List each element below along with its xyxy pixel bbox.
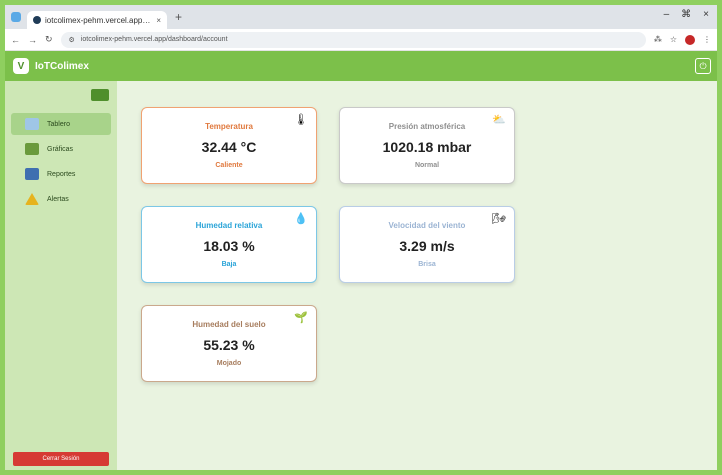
- card-status: Normal: [414, 162, 440, 169]
- app-header: V IoTColimex ⏻: [5, 51, 717, 81]
- window-controls: – ⌘ ×: [664, 9, 709, 20]
- card-status: Caliente: [215, 162, 243, 169]
- wind-icon: 🌬: [492, 213, 506, 225]
- restore-button[interactable]: ⌘: [681, 9, 691, 20]
- favicon-icon: [33, 16, 41, 24]
- tab-bar: iotcolimex-pehm.vercel.app/dashb... × + …: [5, 5, 717, 29]
- app-logo-icon: V: [13, 58, 29, 74]
- tab-title: iotcolimex-pehm.vercel.app/dashb...: [45, 15, 152, 25]
- temperature-card: 🌡 Temperatura 32.44 °C Caliente: [141, 107, 317, 184]
- wind-card: 🌬 Velocidad del viento 3.29 m/s Brisa: [339, 206, 515, 283]
- sidebar-item-label: Reportes: [47, 170, 76, 178]
- url-field[interactable]: ⚙ iotcolimex-pehm.vercel.app/dashboard/a…: [60, 31, 646, 48]
- address-bar: ← → ↻ ⚙ iotcolimex-pehm.vercel.app/dashb…: [5, 29, 717, 51]
- card-value: 1020.18 mbar: [382, 139, 472, 155]
- card-value: 18.03 %: [203, 238, 255, 254]
- droplet-icon: 💧: [294, 213, 308, 225]
- browser-window: iotcolimex-pehm.vercel.app/dashb... × + …: [5, 5, 717, 470]
- minimize-button[interactable]: –: [664, 9, 670, 20]
- translate-icon[interactable]: ⁂: [654, 35, 662, 44]
- card-status: Brisa: [418, 261, 436, 268]
- reload-icon[interactable]: ↻: [45, 34, 53, 45]
- sidebar-item-alertas[interactable]: Alertas: [11, 188, 111, 210]
- sidebar: Tablero Gráficas Reportes Alertas Cerrar…: [5, 81, 117, 470]
- card-title: Humedad relativa: [195, 221, 263, 230]
- soil-moisture-card: 🌱 Humedad del suelo 55.23 % Mojado: [141, 305, 317, 382]
- pressure-card: ⛅ Presión atmosférica 1020.18 mbar Norma…: [339, 107, 515, 184]
- card-value: 3.29 m/s: [399, 238, 455, 254]
- card-title: Temperatura: [205, 122, 253, 131]
- close-window-button[interactable]: ×: [703, 9, 709, 20]
- card-title: Humedad del suelo: [192, 320, 266, 329]
- browser-tab[interactable]: iotcolimex-pehm.vercel.app/dashb... ×: [27, 11, 167, 29]
- window-menu-icon[interactable]: [11, 12, 21, 22]
- warning-icon: [25, 193, 39, 205]
- humidity-card: 💧 Humedad relativa 18.03 % Baja: [141, 206, 317, 283]
- sidebar-item-tablero[interactable]: Tablero: [11, 113, 111, 135]
- toolbar-actions: ⁂ ☆ ⋮: [654, 34, 711, 45]
- forward-icon[interactable]: →: [28, 35, 37, 45]
- sidebar-item-label: Gráficas: [47, 145, 74, 153]
- app-layout: Tablero Gráficas Reportes Alertas Cerrar…: [5, 81, 717, 470]
- logout-button[interactable]: Cerrar Sesión: [13, 452, 109, 466]
- url-text: iotcolimex-pehm.vercel.app/dashboard/acc…: [80, 36, 228, 43]
- site-info-icon[interactable]: ⚙: [69, 36, 75, 44]
- sidebar-toggle-button[interactable]: [91, 89, 109, 101]
- profile-avatar[interactable]: [685, 34, 695, 45]
- dashboard-main: 🌡 Temperatura 32.44 °C Caliente ⛅ Presió…: [117, 81, 717, 470]
- card-value: 32.44 °C: [201, 139, 257, 155]
- card-title: Velocidad del viento: [388, 221, 466, 230]
- card-status: Baja: [221, 261, 237, 268]
- sidebar-item-graficas[interactable]: Gráficas: [11, 138, 111, 160]
- sidebar-item-reportes[interactable]: Reportes: [11, 163, 111, 185]
- power-icon[interactable]: ⏻: [695, 58, 711, 74]
- app-brand: IoTColimex: [35, 60, 89, 72]
- card-value: 55.23 %: [203, 337, 255, 353]
- reports-icon: [25, 168, 39, 180]
- browser-menu-icon[interactable]: ⋮: [703, 35, 711, 44]
- bar-chart-icon: [25, 143, 39, 155]
- pressure-icon: ⛅: [492, 114, 506, 126]
- sidebar-nav: Tablero Gráficas Reportes Alertas: [5, 113, 117, 210]
- card-status: Mojado: [216, 360, 242, 367]
- card-title: Presión atmosférica: [388, 122, 466, 131]
- back-icon[interactable]: ←: [11, 35, 20, 45]
- sidebar-item-label: Tablero: [47, 120, 70, 128]
- bookmark-star-icon[interactable]: ☆: [670, 35, 677, 44]
- thermometer-icon: 🌡: [294, 114, 308, 126]
- dashboard-icon: [25, 118, 39, 130]
- soil-icon: 🌱: [294, 312, 308, 324]
- sidebar-item-label: Alertas: [47, 195, 69, 203]
- tab-close-icon[interactable]: ×: [156, 16, 161, 25]
- new-tab-button[interactable]: +: [175, 10, 182, 24]
